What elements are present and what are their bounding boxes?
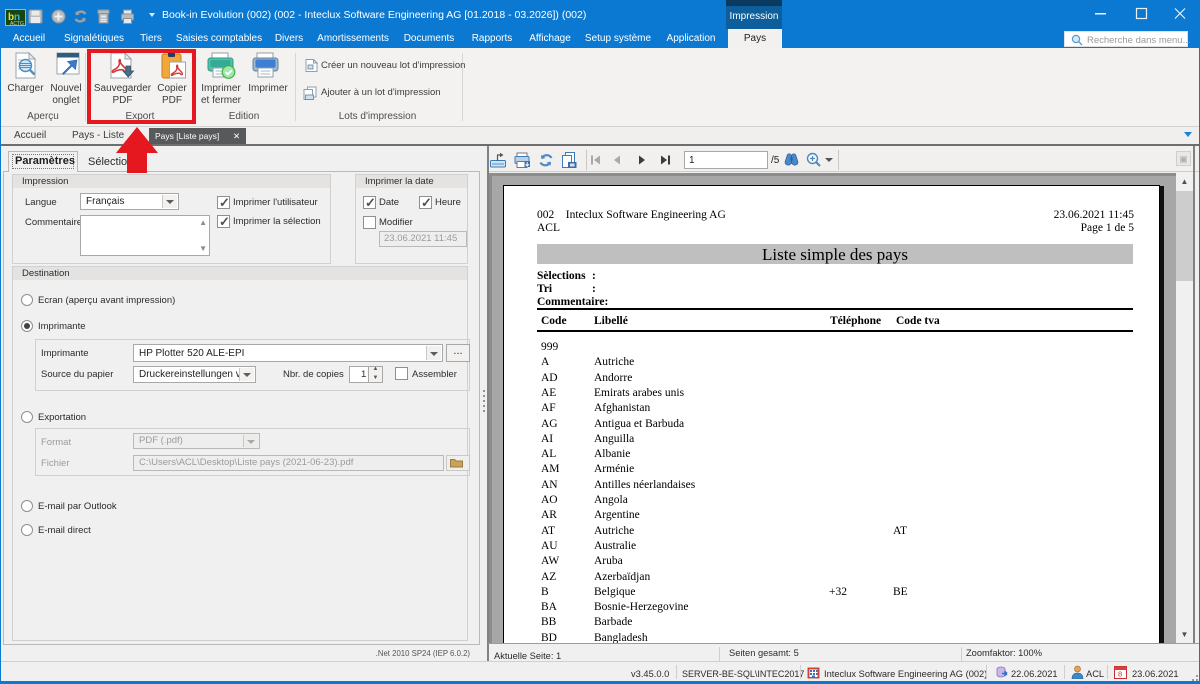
svg-text:8: 8 (1118, 670, 1122, 679)
